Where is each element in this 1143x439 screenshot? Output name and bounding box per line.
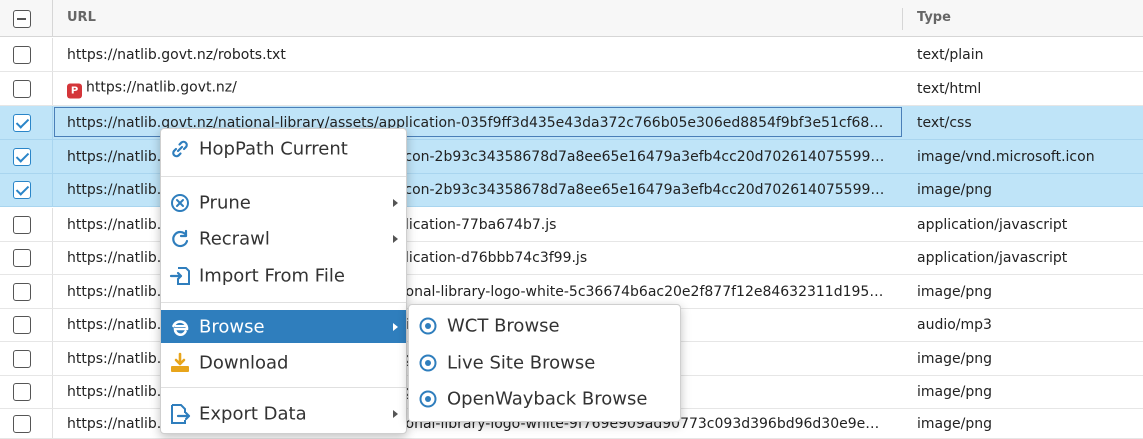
submenu-arrow-icon	[393, 409, 398, 418]
menu-divider	[161, 302, 406, 303]
menu-item-import-from-file[interactable]: Import From File	[161, 259, 406, 292]
browser-icon	[172, 319, 189, 336]
row-checkbox-cell	[0, 72, 53, 105]
type-cell[interactable]: text/css	[917, 115, 972, 131]
type-cell[interactable]: text/html	[917, 81, 981, 97]
row-checkbox[interactable]	[13, 383, 31, 401]
type-cell[interactable]: image/vnd.microsoft.icon	[917, 149, 1095, 165]
row-checkbox[interactable]	[13, 414, 31, 433]
column-separator[interactable]	[902, 8, 903, 30]
row-checkbox-cell	[0, 38, 53, 71]
row-checkbox-cell	[0, 409, 53, 438]
submenu-item-label: WCT Browse	[447, 315, 560, 337]
row-checkbox[interactable]	[13, 79, 31, 98]
row-checkbox-cell	[0, 275, 53, 308]
type-cell[interactable]: audio/mp3	[917, 317, 992, 333]
type-cell[interactable]: text/plain	[917, 47, 983, 63]
submenu-arrow-icon	[393, 322, 398, 331]
type-cell[interactable]: image/png	[917, 384, 992, 400]
row-checkbox-cell	[0, 208, 53, 241]
link-icon	[172, 140, 188, 157]
menu-item-label: Download	[199, 352, 289, 373]
grid-header: URL Type	[0, 0, 1143, 37]
type-cell[interactable]: application/javascript	[917, 250, 1067, 266]
menu-item-label: Browse	[199, 316, 265, 337]
row-checkbox-cell	[0, 174, 53, 206]
type-cell[interactable]: image/png	[917, 182, 992, 198]
submenu-arrow-icon	[393, 234, 398, 243]
type-cell[interactable]: image/png	[917, 284, 992, 300]
table-row[interactable]: https://natlib.govt.nz/robots.txt text/pl…	[0, 38, 1143, 72]
dot-circle-icon	[419, 317, 437, 335]
row-checkbox[interactable]	[13, 249, 31, 267]
redo-icon	[172, 229, 189, 247]
menu-item-label: Export Data	[199, 403, 307, 424]
times-circle-icon	[171, 193, 189, 212]
row-checkbox[interactable]	[13, 147, 31, 166]
row-checkbox[interactable]	[13, 113, 31, 132]
menu-item-prune[interactable]: Prune	[161, 186, 406, 219]
menu-item-label: Prune	[199, 192, 251, 213]
import-icon	[169, 266, 190, 285]
menu-item-export-data[interactable]: Export Data	[161, 397, 406, 430]
export-icon	[171, 403, 191, 424]
row-checkbox[interactable]	[13, 181, 31, 199]
context-menu: HopPath Current Prune Recrawl Import Fro…	[160, 128, 407, 434]
menu-item-label: Import From File	[199, 265, 345, 286]
dot-circle-icon	[419, 390, 437, 408]
header-checkbox-cell	[0, 0, 53, 37]
type-cell[interactable]: image/png	[917, 416, 992, 432]
column-header-url[interactable]: URL	[67, 10, 96, 25]
submenu-item-live-site-browse[interactable]: Live Site Browse	[409, 345, 680, 381]
row-checkbox[interactable]	[13, 215, 31, 234]
row-checkbox[interactable]	[13, 282, 31, 301]
table-row[interactable]: Phttps://natlib.govt.nz/text/html	[0, 72, 1143, 106]
download-icon	[171, 352, 189, 372]
url-cell[interactable]: Phttps://natlib.govt.nz/	[67, 79, 885, 98]
row-checkbox-cell	[0, 309, 53, 341]
row-checkbox-cell	[0, 140, 53, 173]
menu-item-label: Recrawl	[199, 228, 270, 249]
row-checkbox-cell	[0, 106, 53, 139]
menu-item-download[interactable]: Download	[161, 346, 406, 379]
menu-item-recrawl[interactable]: Recrawl	[161, 222, 406, 255]
url-text: https://natlib.govt.nz/	[86, 79, 237, 95]
select-all-checkbox[interactable]	[13, 10, 31, 28]
menu-divider	[161, 176, 406, 177]
row-checkbox-cell	[0, 376, 53, 408]
menu-item-browse[interactable]: Browse	[161, 310, 406, 343]
menu-divider	[161, 387, 406, 388]
url-cell[interactable]: https://natlib.govt.nz/robots.txt	[67, 47, 885, 63]
row-checkbox[interactable]	[13, 45, 31, 64]
row-checkbox[interactable]	[13, 349, 31, 368]
submenu-item-label: Live Site Browse	[447, 352, 596, 374]
url-text: https://natlib.govt.nz/robots.txt	[67, 46, 286, 63]
menu-item-hoppath-current[interactable]: HopPath Current	[161, 132, 406, 165]
submenu-item-label: OpenWayback Browse	[447, 388, 648, 410]
type-cell[interactable]: image/png	[917, 351, 992, 367]
browse-submenu: WCT Browse Live Site Browse OpenWayback …	[408, 304, 681, 422]
row-checkbox[interactable]	[13, 316, 31, 334]
submenu-arrow-icon	[393, 198, 398, 207]
submenu-item-openwayback-browse[interactable]: OpenWayback Browse	[409, 381, 680, 417]
seed-badge-icon: P	[67, 83, 82, 98]
menu-item-label: HopPath Current	[199, 138, 348, 159]
submenu-item-wct-browse[interactable]: WCT Browse	[409, 308, 680, 344]
column-header-type[interactable]: Type	[917, 10, 951, 25]
row-checkbox-cell	[0, 342, 53, 375]
row-checkbox-cell	[0, 242, 53, 274]
type-cell[interactable]: application/javascript	[917, 217, 1067, 233]
dot-circle-icon	[419, 354, 437, 372]
